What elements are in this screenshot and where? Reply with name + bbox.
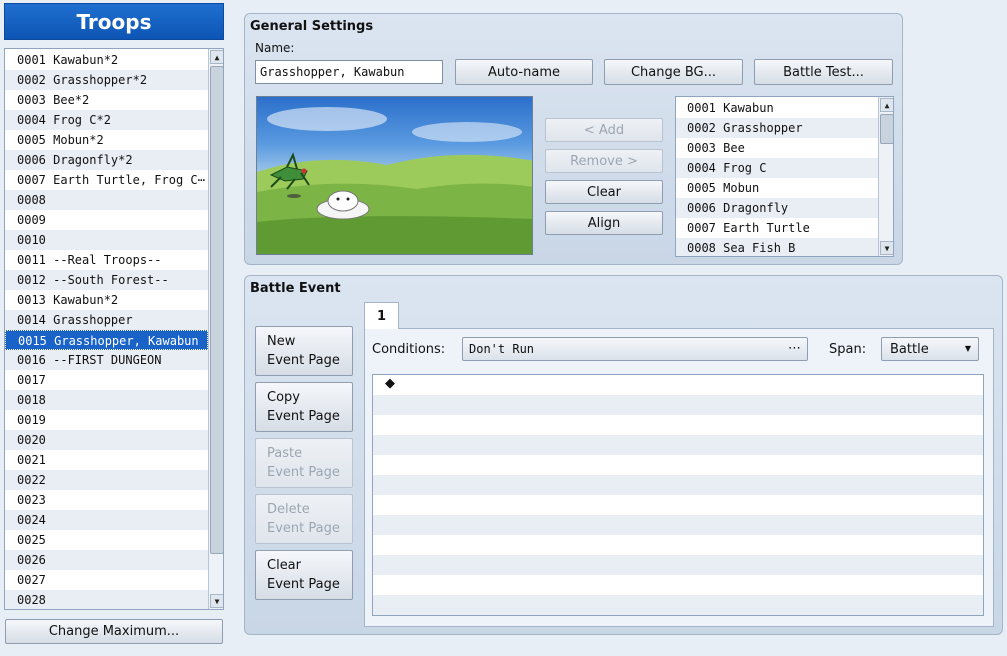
troop-list-item[interactable]: 0026 xyxy=(5,550,208,570)
event-command-row[interactable] xyxy=(373,435,983,455)
troop-list-item[interactable]: 0004 Frog C*2 xyxy=(5,110,208,130)
general-settings-title: General Settings xyxy=(250,19,374,34)
event-command-row[interactable] xyxy=(373,455,983,475)
align-enemies-button[interactable]: Align xyxy=(545,211,663,235)
clear-event-page-line1: Clear xyxy=(267,558,301,573)
span-label: Span: xyxy=(829,342,867,357)
copy-event-page-button[interactable]: Copy Event Page xyxy=(255,382,353,432)
add-enemy-button[interactable]: < Add xyxy=(545,118,663,142)
troop-list-item[interactable]: 0018 xyxy=(5,390,208,410)
change-bg-button[interactable]: Change BG... xyxy=(604,59,743,85)
enemy-list-scrollbar[interactable]: ▲ ▼ xyxy=(878,97,893,256)
troop-list-item[interactable]: 0025 xyxy=(5,530,208,550)
change-maximum-button[interactable]: Change Maximum... xyxy=(5,619,223,644)
troop-list-item[interactable]: 0021 xyxy=(5,450,208,470)
clear-enemies-button[interactable]: Clear xyxy=(545,180,663,204)
remove-enemy-button[interactable]: Remove > xyxy=(545,149,663,173)
paste-event-page-line2: Event Page xyxy=(267,465,340,480)
new-event-page-line2: Event Page xyxy=(267,353,340,368)
troop-list-item[interactable]: 0022 xyxy=(5,470,208,490)
scroll-thumb[interactable] xyxy=(880,114,893,144)
event-command-list[interactable]: ◆ xyxy=(372,374,984,616)
troop-list-item[interactable]: 0012 --South Forest-- xyxy=(5,270,208,290)
span-value: Battle xyxy=(890,341,929,357)
battle-event-title: Battle Event xyxy=(250,281,341,296)
enemy-list-item[interactable]: 0007 Earth Turtle xyxy=(676,218,878,238)
enemy-list[interactable]: 0001 Kawabun 0002 Grasshopper 0003 Bee 0004… xyxy=(675,96,894,257)
troop-list-item[interactable]: 0001 Kawabun*2 xyxy=(5,50,208,70)
event-command-row[interactable] xyxy=(373,515,983,535)
span-select[interactable]: Battle ▼ xyxy=(881,337,979,361)
troop-list-item[interactable]: 0028 xyxy=(5,590,208,609)
troop-list-item[interactable]: 0009 xyxy=(5,210,208,230)
tab-event-page-1[interactable]: 1 xyxy=(364,302,399,329)
chevron-down-icon: ▼ xyxy=(964,344,971,353)
enemy-list-item[interactable]: 0008 Sea Fish B xyxy=(676,238,878,256)
battle-background-preview[interactable] xyxy=(256,96,533,255)
event-command-row[interactable] xyxy=(373,475,983,495)
troop-list-item[interactable]: 0010 xyxy=(5,230,208,250)
troops-title: Troops xyxy=(4,3,224,40)
enemy-list-item[interactable]: 0003 Bee xyxy=(676,138,878,158)
paste-event-page-button[interactable]: Paste Event Page xyxy=(255,438,353,488)
new-event-page-button[interactable]: New Event Page xyxy=(255,326,353,376)
event-command-row[interactable] xyxy=(373,375,983,395)
troop-list-item[interactable]: 0011 --Real Troops-- xyxy=(5,250,208,270)
troop-list-item[interactable]: 0002 Grasshopper*2 xyxy=(5,70,208,90)
battle-test-button[interactable]: Battle Test... xyxy=(754,59,893,85)
troop-list-item[interactable]: 0007 Earth Turtle, Frog C⋯ xyxy=(5,170,208,190)
ellipsis-icon[interactable]: ⋯ xyxy=(788,341,801,356)
event-command-row[interactable] xyxy=(373,395,983,415)
troop-list-item[interactable]: 0023 xyxy=(5,490,208,510)
troop-list[interactable]: 0001 Kawabun*2 0002 Grasshopper*2 0003 Bee… xyxy=(4,48,224,610)
event-command-row[interactable] xyxy=(373,535,983,555)
troop-list-item[interactable]: 0016 --FIRST DUNGEON xyxy=(5,350,208,370)
name-input[interactable]: Grasshopper, Kawabun xyxy=(255,60,443,84)
troop-list-item[interactable]: 0019 xyxy=(5,410,208,430)
delete-event-page-line1: Delete xyxy=(267,502,310,517)
enemy-list-item[interactable]: 0005 Mobun xyxy=(676,178,878,198)
troop-list-item[interactable]: 0017 xyxy=(5,370,208,390)
scroll-up-icon[interactable]: ▲ xyxy=(210,50,223,64)
conditions-label: Conditions: xyxy=(372,342,446,357)
copy-event-page-line2: Event Page xyxy=(267,409,340,424)
clear-event-page-line2: Event Page xyxy=(267,577,340,592)
enemy-list-item[interactable]: 0001 Kawabun xyxy=(676,98,878,118)
scroll-thumb[interactable] xyxy=(210,66,223,554)
enemy-list-item[interactable]: 0006 Dragonfly xyxy=(676,198,878,218)
event-command-row[interactable] xyxy=(373,555,983,575)
troop-list-item[interactable]: 0014 Grasshopper xyxy=(5,310,208,330)
event-command-row[interactable] xyxy=(373,575,983,595)
delete-event-page-line2: Event Page xyxy=(267,521,340,536)
new-event-page-line1: New xyxy=(267,334,296,349)
paste-event-page-line1: Paste xyxy=(267,446,303,461)
event-command-row[interactable] xyxy=(373,415,983,435)
auto-name-button[interactable]: Auto-name xyxy=(455,59,593,85)
troop-list-item[interactable]: 0024 xyxy=(5,510,208,530)
enemy-list-item[interactable]: 0004 Frog C xyxy=(676,158,878,178)
troop-list-item[interactable]: 0015 Grasshopper, Kawabun xyxy=(5,330,208,350)
event-command-row[interactable] xyxy=(373,495,983,515)
troop-list-item[interactable]: 0006 Dragonfly*2 xyxy=(5,150,208,170)
scroll-down-icon[interactable]: ▼ xyxy=(210,594,223,608)
clear-event-page-button[interactable]: Clear Event Page xyxy=(255,550,353,600)
scroll-up-icon[interactable]: ▲ xyxy=(880,98,893,112)
event-command-row[interactable] xyxy=(373,595,983,615)
troop-list-scrollbar[interactable]: ▲ ▼ xyxy=(208,49,223,609)
troop-list-item[interactable]: 0027 xyxy=(5,570,208,590)
command-marker-icon[interactable]: ◆ xyxy=(385,376,395,391)
troop-list-item[interactable]: 0013 Kawabun*2 xyxy=(5,290,208,310)
troop-list-item[interactable]: 0005 Mobun*2 xyxy=(5,130,208,150)
conditions-value: Don't Run xyxy=(469,342,535,356)
name-label: Name: xyxy=(255,41,295,55)
troop-list-item[interactable]: 0003 Bee*2 xyxy=(5,90,208,110)
enemy-list-item[interactable]: 0002 Grasshopper xyxy=(676,118,878,138)
scroll-down-icon[interactable]: ▼ xyxy=(880,241,893,255)
delete-event-page-button[interactable]: Delete Event Page xyxy=(255,494,353,544)
conditions-field[interactable]: Don't Run ⋯ xyxy=(462,337,808,361)
copy-event-page-line1: Copy xyxy=(267,390,300,405)
troop-list-item[interactable]: 0008 xyxy=(5,190,208,210)
troop-list-item[interactable]: 0020 xyxy=(5,430,208,450)
